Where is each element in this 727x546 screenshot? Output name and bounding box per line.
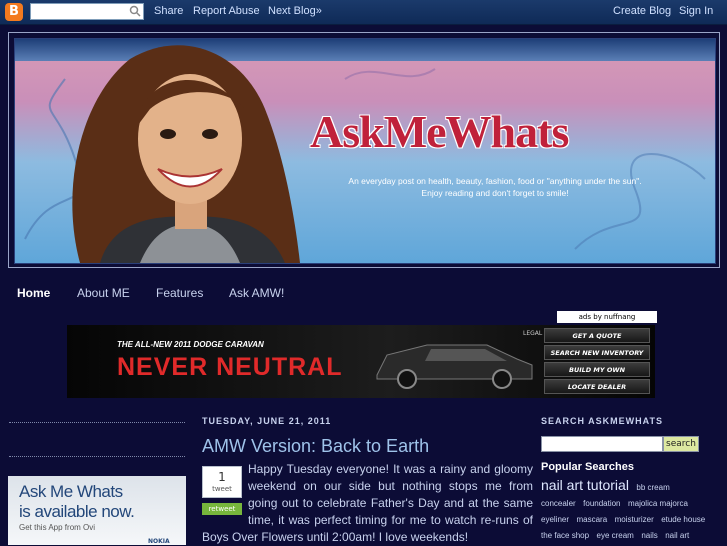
tag-link[interactable]: mascara bbox=[576, 515, 607, 524]
nokia-logo: NOKIA bbox=[148, 538, 170, 545]
ovi-app-promo[interactable]: Ask Me Whats is available now. Get this … bbox=[8, 476, 186, 545]
ad-legal[interactable]: LEGAL bbox=[523, 330, 542, 337]
post-body-text: Happy Tuesday everyone! It was a rainy a… bbox=[202, 462, 533, 544]
blog-search-button[interactable]: search bbox=[663, 436, 699, 452]
site-tagline: An everyday post on health, beauty, fash… bbox=[315, 175, 675, 199]
ad-get-quote-button[interactable]: GET A QUOTE bbox=[544, 328, 650, 343]
popular-searches-heading: Popular Searches bbox=[541, 461, 634, 473]
nav-ask-amw[interactable]: Ask AMW! bbox=[229, 286, 284, 300]
blog-search-input[interactable] bbox=[541, 436, 663, 452]
next-blog-link[interactable]: Next Blog» bbox=[268, 5, 322, 17]
search-icon[interactable] bbox=[129, 5, 141, 17]
tag-link[interactable]: nail art tutorial bbox=[541, 477, 629, 493]
tag-link[interactable]: nail art bbox=[665, 531, 689, 540]
retweet-button[interactable]: retweet bbox=[202, 503, 242, 515]
tweet-count-box[interactable]: 1 tweet bbox=[202, 466, 242, 498]
app-promo-title: Ask Me Whats is available now. bbox=[19, 482, 135, 522]
blogger-logo-icon[interactable]: B bbox=[5, 3, 23, 21]
share-link[interactable]: Share bbox=[154, 5, 183, 17]
tweet-label: tweet bbox=[212, 485, 232, 493]
ad-build-my-own-button[interactable]: BUILD MY OWN bbox=[544, 362, 650, 377]
nuffnang-ads-tag[interactable]: ads by nuffnang bbox=[557, 311, 657, 323]
nav-home[interactable]: Home bbox=[17, 286, 50, 300]
nav-features[interactable]: Features bbox=[156, 286, 203, 300]
tagline-line-1: An everyday post on health, beauty, fash… bbox=[348, 176, 642, 186]
blog-header: AskMeWhats An everyday post on health, b… bbox=[8, 32, 720, 268]
tag-link[interactable]: etude house bbox=[661, 515, 705, 524]
tag-link[interactable]: moisturizer bbox=[615, 515, 654, 524]
post-body: Happy Tuesday everyone! It was a rainy a… bbox=[202, 461, 533, 546]
tag-link[interactable]: the face shop bbox=[541, 531, 589, 540]
search-widget-heading: SEARCH ASKMEWHATS bbox=[541, 416, 663, 426]
tag-link[interactable]: bb cream bbox=[636, 483, 669, 492]
app-promo-subtitle: Get this App from Ovi bbox=[19, 523, 96, 532]
sidebar-divider bbox=[9, 456, 185, 457]
report-abuse-link[interactable]: Report Abuse bbox=[193, 5, 260, 17]
ad-headline: THE ALL-NEW 2011 DODGE CARAVAN bbox=[117, 340, 264, 349]
tag-link[interactable]: foundation bbox=[583, 499, 620, 508]
ad-search-inventory-button[interactable]: SEARCH NEW INVENTORY bbox=[544, 345, 650, 360]
sidebar-divider bbox=[9, 422, 185, 423]
tag-link[interactable]: nails bbox=[641, 531, 657, 540]
blogger-portrait-illustration bbox=[72, 45, 300, 263]
post-date: TUESDAY, JUNE 21, 2011 bbox=[202, 416, 332, 426]
header-banner[interactable]: AskMeWhats An everyday post on health, b… bbox=[14, 38, 716, 264]
app-promo-title-line-1: Ask Me Whats bbox=[19, 482, 123, 501]
car-image bbox=[376, 344, 533, 389]
blogger-navbar: B Share Report Abuse Next Blog» Create B… bbox=[0, 0, 727, 25]
tag-link[interactable]: eye cream bbox=[597, 531, 634, 540]
ad-slogan: NEVER NEUTRAL bbox=[117, 353, 343, 381]
navbar-search-input[interactable] bbox=[30, 3, 144, 20]
dodge-caravan-ad[interactable]: THE ALL-NEW 2011 DODGE CARAVAN NEVER NEU… bbox=[67, 325, 655, 398]
popular-searches-tag-cloud: nail art tutorial bb cream concealer fou… bbox=[541, 478, 711, 543]
post-title[interactable]: AMW Version: Back to Earth bbox=[202, 436, 429, 457]
ad-locate-dealer-button[interactable]: LOCATE DEALER bbox=[544, 379, 650, 394]
site-title[interactable]: AskMeWhats bbox=[310, 105, 569, 158]
nav-about-me[interactable]: About ME bbox=[77, 286, 130, 300]
tag-link[interactable]: eyeliner bbox=[541, 515, 569, 524]
create-blog-link[interactable]: Create Blog bbox=[613, 5, 671, 17]
app-promo-title-line-2: is available now. bbox=[19, 502, 135, 521]
tag-link[interactable]: majolica majorca bbox=[628, 499, 688, 508]
tag-link[interactable]: concealer bbox=[541, 499, 576, 508]
tweet-count: 1 bbox=[218, 470, 226, 484]
tagline-line-2: Enjoy reading and don't forget to smile! bbox=[421, 188, 569, 198]
sign-in-link[interactable]: Sign In bbox=[679, 5, 713, 17]
